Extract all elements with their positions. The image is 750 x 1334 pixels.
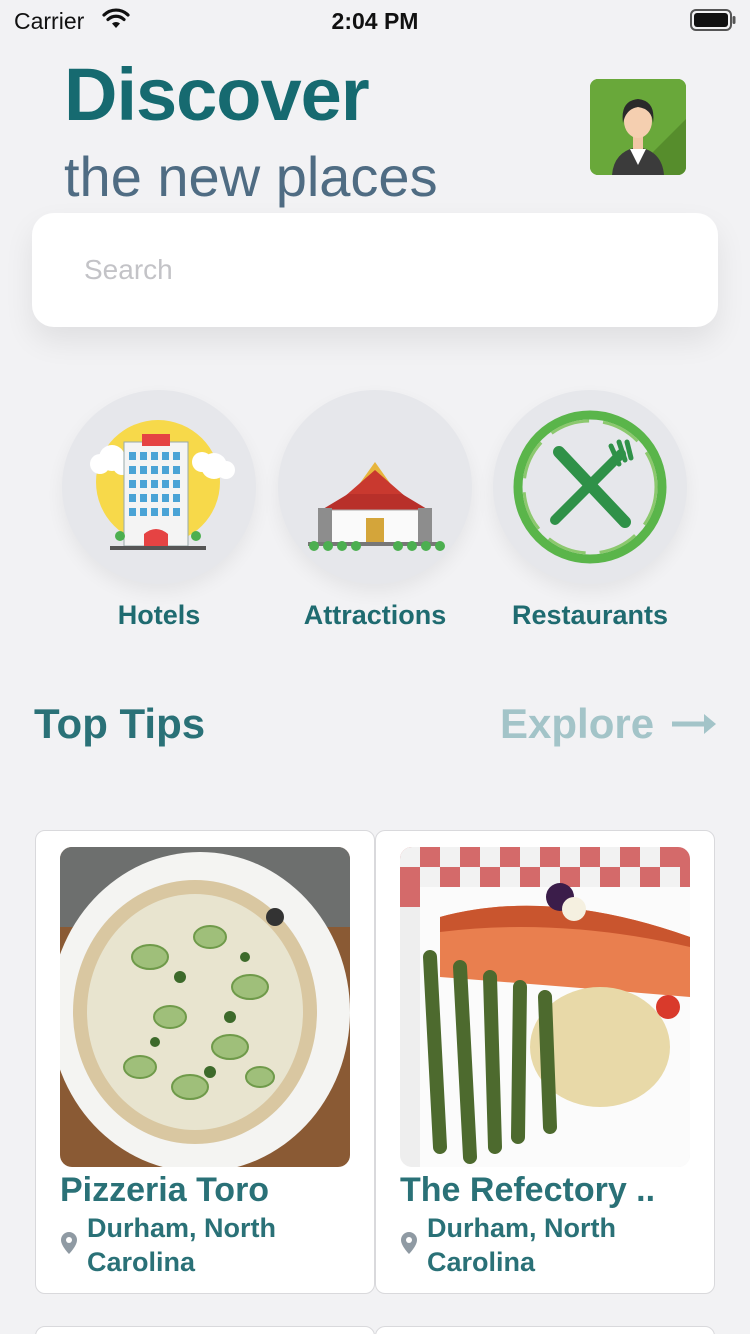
temple-icon: [308, 462, 445, 551]
place-card-partial[interactable]: [375, 1326, 715, 1334]
battery-icon: [690, 9, 736, 37]
clock-time: 2:04 PM: [331, 8, 419, 34]
status-bar: Carrier 2:04 PM: [0, 0, 750, 40]
hotel-icon-badge: [62, 390, 256, 584]
restaurant-icon-badge: [493, 390, 687, 584]
place-card-partial[interactable]: [35, 1326, 375, 1334]
section-title-top-tips: Top Tips: [34, 700, 206, 747]
page-title: Discover: [64, 53, 370, 136]
search-input[interactable]: [84, 243, 674, 297]
category-label: Restaurants: [511, 600, 669, 630]
category-restaurants[interactable]: Restaurants: [490, 390, 690, 640]
card-location: Durham, North Carolina: [87, 1213, 276, 1277]
place-card[interactable]: Pizzeria Toro Durham, North Carolina: [35, 830, 375, 1294]
explore-label: Explore: [500, 700, 655, 747]
location-pin-icon: [60, 1231, 78, 1260]
card-location: Durham, North Carolina: [427, 1213, 616, 1277]
hotel-icon: [90, 420, 235, 550]
place-card[interactable]: The Refectory .. Durham, North Carolina: [375, 830, 715, 1294]
category-hotels[interactable]: Hotels: [59, 390, 259, 640]
temple-icon-badge: [278, 390, 472, 584]
pizza-photo: [60, 847, 350, 1167]
location-pin-icon: [400, 1231, 418, 1260]
category-label: Hotels: [117, 600, 201, 630]
arrow-right-icon: [670, 710, 718, 743]
fork-knife-icon: [513, 410, 667, 564]
user-avatar-icon: [590, 79, 686, 175]
card-title: The Refectory ..: [400, 1171, 656, 1209]
page-subtitle: the new places: [64, 145, 438, 208]
category-attractions[interactable]: Attractions: [275, 390, 475, 640]
explore-link[interactable]: Explore: [500, 700, 720, 750]
card-title: Pizzeria Toro: [60, 1171, 270, 1209]
salmon-asparagus-photo: [400, 847, 690, 1167]
search-box[interactable]: [32, 213, 718, 327]
avatar[interactable]: [590, 79, 686, 175]
category-label: Attractions: [303, 600, 447, 630]
